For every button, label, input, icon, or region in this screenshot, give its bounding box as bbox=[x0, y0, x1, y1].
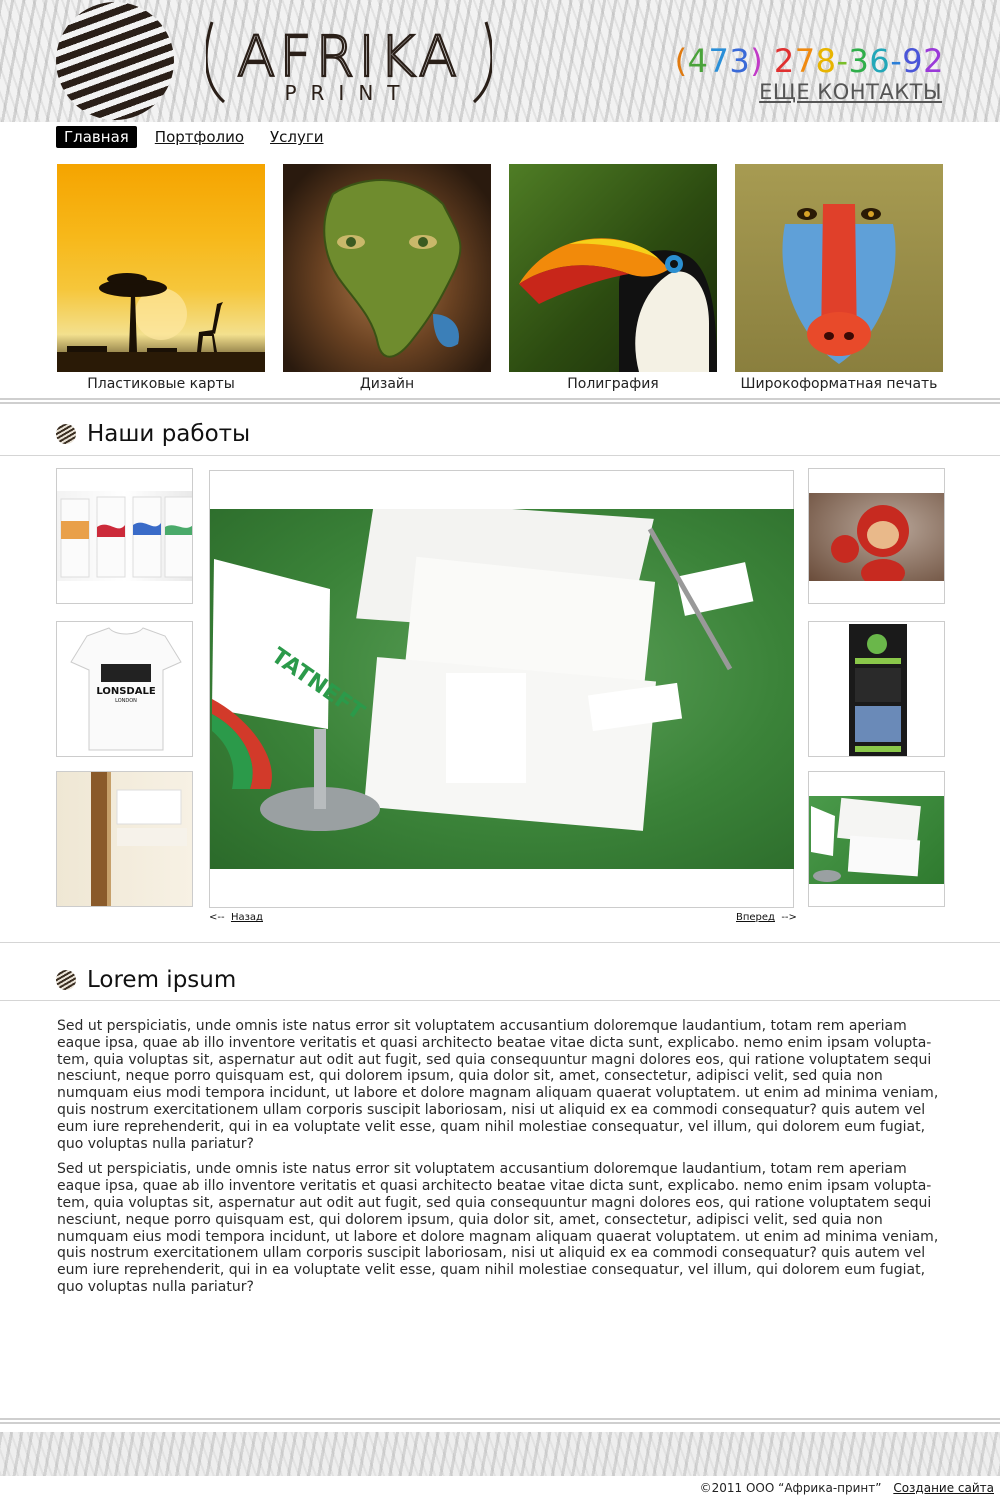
thumb-tshirt[interactable]: LONSDALE LONDON bbox=[56, 621, 193, 757]
nav-item-services[interactable]: Услуги bbox=[262, 126, 331, 148]
main-work-image[interactable]: TATNEFT bbox=[210, 509, 794, 869]
phone-char: 7 bbox=[794, 42, 816, 80]
logo-emblem[interactable] bbox=[56, 2, 174, 120]
site-creation-link[interactable]: Создание сайта bbox=[893, 1481, 994, 1495]
paragraph: Sed ut perspiciatis, unde omnis iste nat… bbox=[57, 1161, 939, 1295]
next-link[interactable]: Вперед bbox=[736, 912, 775, 923]
phone-char bbox=[763, 42, 774, 80]
mandrill-image[interactable] bbox=[735, 164, 943, 372]
logo-subtext: PRINT bbox=[284, 81, 413, 105]
phone-number: (473) 278-36-92 bbox=[675, 42, 944, 80]
phone-char: 3 bbox=[848, 42, 870, 80]
nav-item-portfolio[interactable]: Портфолио bbox=[147, 126, 252, 148]
works-title: Наши работы bbox=[87, 421, 251, 447]
thumb-flyer[interactable] bbox=[808, 621, 945, 757]
phone-char: - bbox=[890, 42, 903, 80]
phone-char: 7 bbox=[708, 42, 730, 80]
tshirt-subtext: LONDON bbox=[115, 698, 137, 704]
thumb-sign-mount[interactable] bbox=[56, 771, 193, 907]
copyright: ©2011 ООО “Африка-принт” bbox=[699, 1481, 882, 1495]
savanna-sunset-image[interactable] bbox=[57, 164, 265, 372]
logo-wordmark[interactable]: AFRIKA PRINT bbox=[206, 14, 492, 110]
bullet-icon bbox=[56, 424, 76, 444]
prev-arrow: <-- bbox=[209, 912, 225, 923]
more-contacts-link[interactable]: ЕЩЕ КОНТАКТЫ bbox=[759, 80, 942, 104]
paragraph: Sed ut perspiciatis, unde omnis iste nat… bbox=[57, 1018, 939, 1152]
phone-char: 4 bbox=[687, 42, 709, 80]
phone-char: ( bbox=[674, 42, 688, 80]
tile-caption: Пластиковые карты bbox=[87, 376, 235, 392]
nav-item-home[interactable]: Главная bbox=[56, 126, 137, 148]
thumb-stationery[interactable] bbox=[808, 771, 945, 907]
tile-plastic-cards[interactable]: Пластиковые карты bbox=[57, 164, 265, 392]
phone-char: 6 bbox=[869, 42, 891, 80]
section-divider bbox=[0, 455, 1000, 456]
tile-large-format[interactable]: Широкоформатная печать bbox=[735, 164, 943, 392]
africa-face-image[interactable] bbox=[283, 164, 491, 372]
main-work-viewer[interactable]: TATNEFT bbox=[209, 470, 794, 908]
prev-link[interactable]: Назад bbox=[231, 912, 263, 923]
tile-design[interactable]: Дизайн bbox=[283, 164, 491, 392]
toucan-image[interactable] bbox=[509, 164, 717, 372]
footer-pattern bbox=[0, 1432, 1000, 1476]
tile-caption: Широкоформатная печать bbox=[740, 376, 938, 392]
works-heading: Наши работы bbox=[56, 421, 250, 447]
lorem-title: Lorem ipsum bbox=[87, 967, 237, 993]
phone-char: - bbox=[836, 42, 849, 80]
phone-char: 2 bbox=[923, 42, 944, 80]
service-tiles: Пластиковые карты Дизайн Полиграфия Широ… bbox=[57, 164, 945, 396]
pager-prev[interactable]: <-- Назад bbox=[209, 912, 263, 923]
tile-caption: Полиграфия bbox=[567, 376, 659, 392]
phone-char: 3 bbox=[729, 42, 751, 80]
phone-char: ) bbox=[750, 42, 764, 80]
phone-char: 2 bbox=[773, 42, 795, 80]
thumb-toy[interactable] bbox=[808, 468, 945, 604]
site-footer: ©2011 ООО “Африка-принт” Создание сайта bbox=[700, 1481, 994, 1495]
footer-divider bbox=[0, 1418, 1000, 1424]
tshirt-text: LONSDALE bbox=[96, 686, 156, 697]
section-divider bbox=[0, 398, 1000, 404]
lorem-heading: Lorem ipsum bbox=[56, 967, 236, 993]
pager-next[interactable]: Вперед --> bbox=[736, 912, 797, 923]
bullet-icon bbox=[56, 970, 76, 990]
tile-printing[interactable]: Полиграфия bbox=[509, 164, 717, 392]
main-nav: Главная Портфолио Услуги bbox=[56, 126, 342, 148]
lorem-body: Sed ut perspiciatis, unde omnis iste nat… bbox=[57, 1018, 945, 1305]
next-arrow: --> bbox=[781, 912, 797, 923]
phone-char: 9 bbox=[902, 42, 924, 80]
thumb-brochures[interactable] bbox=[56, 468, 193, 604]
section-divider bbox=[0, 942, 1000, 943]
phone-char: 8 bbox=[815, 42, 837, 80]
tile-caption: Дизайн bbox=[359, 376, 415, 392]
site-header: AFRIKA PRINT (473) 278-36-92 ЕЩЕ КОНТАКТ… bbox=[0, 0, 1000, 122]
section-divider bbox=[0, 1000, 1000, 1001]
